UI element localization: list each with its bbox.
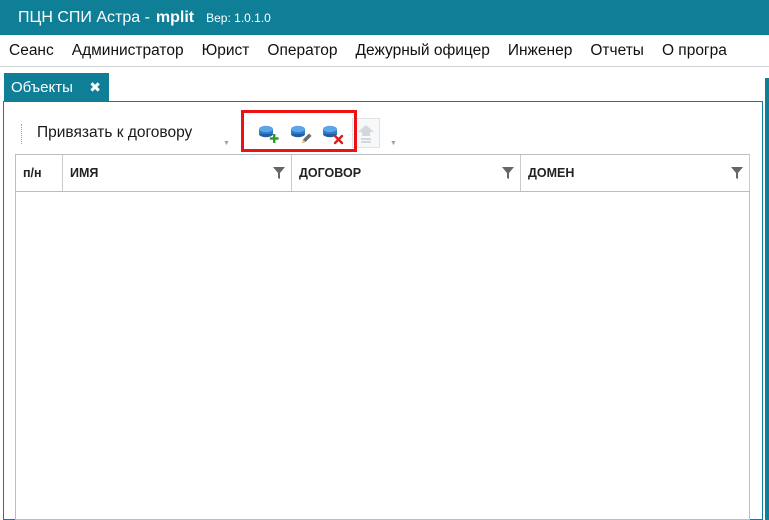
add-object-icon <box>259 125 279 143</box>
menu-item-reports[interactable]: Отчеты <box>581 42 653 60</box>
toolbar-overflow-icon[interactable]: ▼ <box>223 140 230 147</box>
menu-bar: Сеанс Администратор Юрист Оператор Дежур… <box>0 35 769 67</box>
tab-strip: Объекты ✖ <box>0 67 769 102</box>
menu-item-operator[interactable]: Оператор <box>258 42 346 60</box>
grid-header: п/н ИМЯ ДОГОВОР ДОМЕН <box>16 155 750 192</box>
app-title: ПЦН СПИ Астра - <box>18 8 150 26</box>
menu-item-duty-officer[interactable]: Дежурный офицер <box>347 42 499 60</box>
toolbar: Привязать к договору ▼ ▼ <box>10 116 755 150</box>
filter-icon[interactable] <box>502 167 514 179</box>
column-header-contract[interactable]: ДОГОВОР <box>292 155 521 191</box>
delete-object-icon <box>323 125 344 145</box>
toolbar-grip[interactable] <box>21 124 23 144</box>
column-header-label: ИМЯ <box>70 166 99 180</box>
edit-object-button[interactable] <box>288 120 314 146</box>
menu-item-session[interactable]: Сеанс <box>0 42 63 60</box>
title-bar: ПЦН СПИ Астра - mplit Вер: 1.0.1.0 <box>0 0 769 35</box>
app-version: Вер: 1.0.1.0 <box>206 10 271 25</box>
menu-item-administrator[interactable]: Администратор <box>63 42 193 60</box>
delete-object-button[interactable] <box>320 120 346 146</box>
close-icon[interactable]: ✖ <box>89 79 101 96</box>
menu-item-engineer[interactable]: Инженер <box>499 42 582 60</box>
filter-icon[interactable] <box>273 167 285 179</box>
grid-body[interactable] <box>16 192 749 519</box>
add-object-button[interactable] <box>256 120 282 146</box>
column-header-label: ДОГОВОР <box>299 166 362 180</box>
column-header-domain[interactable]: ДОМЕН <box>521 155 750 191</box>
tab-objects-label: Объекты <box>11 79 73 96</box>
objects-grid: п/н ИМЯ ДОГОВОР ДОМЕН <box>15 154 750 520</box>
toolbar-overflow-icon[interactable]: ▼ <box>390 140 397 147</box>
bind-to-contract-button[interactable]: Привязать к договору <box>37 124 192 142</box>
toolbar-grip[interactable] <box>242 124 244 144</box>
disabled-upload-button[interactable] <box>352 118 380 148</box>
filter-icon[interactable] <box>731 167 743 179</box>
column-header-number[interactable]: п/н <box>16 155 63 191</box>
adjacent-panel-edge <box>765 78 769 520</box>
current-user: mplit <box>155 8 195 26</box>
menu-item-about[interactable]: О програ <box>653 42 736 60</box>
column-header-name[interactable]: ИМЯ <box>63 155 292 191</box>
menu-item-lawyer[interactable]: Юрист <box>193 42 259 60</box>
edit-object-icon <box>291 125 312 143</box>
tab-objects[interactable]: Объекты ✖ <box>4 73 109 102</box>
disabled-upload-icon <box>358 125 374 143</box>
column-header-label: п/н <box>23 166 42 180</box>
column-header-label: ДОМЕН <box>528 166 575 180</box>
